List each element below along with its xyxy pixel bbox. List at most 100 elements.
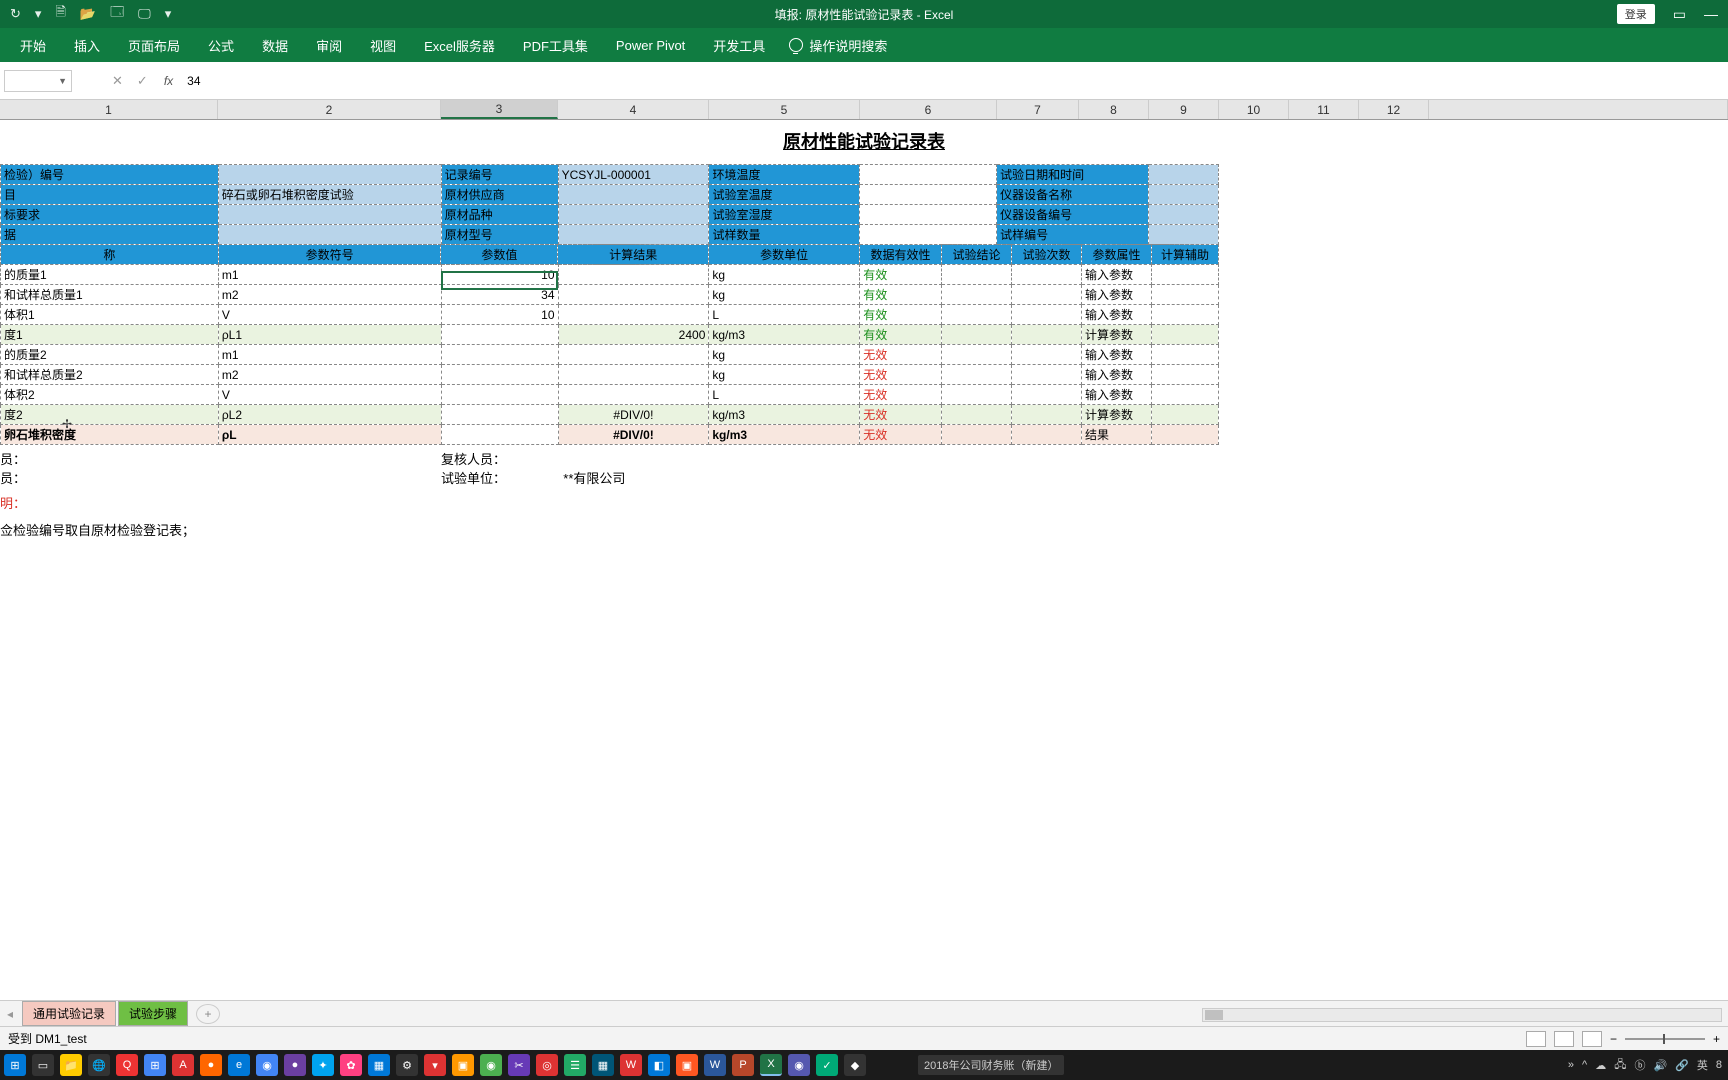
app-icon-7[interactable]: ●: [284, 1054, 306, 1076]
col-header-9[interactable]: 9: [1149, 100, 1219, 119]
name-box-dd-icon[interactable]: ▼: [58, 76, 67, 86]
app-icon-11[interactable]: ⚙: [396, 1054, 418, 1076]
hdr-cell[interactable]: [218, 225, 441, 245]
app-icon-13[interactable]: ▣: [452, 1054, 474, 1076]
app-icon-19[interactable]: W: [620, 1054, 642, 1076]
tell-me-search[interactable]: 操作说明搜索: [789, 36, 887, 55]
col-header-2[interactable]: 2: [218, 100, 441, 119]
excel-icon[interactable]: X: [760, 1054, 782, 1076]
sheet-nav-prev-icon[interactable]: ◂: [0, 1007, 20, 1021]
login-button[interactable]: 登录: [1617, 4, 1655, 24]
tray-bt-icon[interactable]: ⓑ: [1634, 1057, 1645, 1073]
app-icon-17[interactable]: ☰: [564, 1054, 586, 1076]
name-box[interactable]: ▼: [4, 70, 72, 92]
data-cell[interactable]: 10: [441, 265, 558, 285]
app-icon-21[interactable]: ▣: [676, 1054, 698, 1076]
hdr-cell[interactable]: [860, 205, 997, 225]
view-break-icon[interactable]: [1582, 1031, 1602, 1047]
data-cell[interactable]: 10: [441, 305, 558, 325]
tab-dev[interactable]: 开发工具: [699, 28, 779, 62]
col-header-10[interactable]: 10: [1219, 100, 1289, 119]
word-icon[interactable]: W: [704, 1054, 726, 1076]
hdr-cell[interactable]: [860, 165, 997, 185]
app-icon-12[interactable]: ▾: [424, 1054, 446, 1076]
app-icon-20[interactable]: ◧: [648, 1054, 670, 1076]
formula-input[interactable]: [181, 70, 1728, 92]
app-icon-2[interactable]: Q: [116, 1054, 138, 1076]
col-header-6[interactable]: 6: [860, 100, 997, 119]
tab-formulas[interactable]: 公式: [194, 28, 248, 62]
app-icon-10[interactable]: ▦: [368, 1054, 390, 1076]
data-cell[interactable]: 34: [441, 285, 558, 305]
chrome-icon[interactable]: ◉: [256, 1054, 278, 1076]
col-header-8[interactable]: 8: [1079, 100, 1149, 119]
data-cell[interactable]: [441, 365, 558, 385]
ppt-icon[interactable]: P: [732, 1054, 754, 1076]
zoom-out-icon[interactable]: −: [1610, 1032, 1617, 1046]
hdr-cell[interactable]: [558, 225, 709, 245]
view-normal-icon[interactable]: [1526, 1031, 1546, 1047]
hdr-cell[interactable]: [558, 185, 709, 205]
col-header-11[interactable]: 11: [1289, 100, 1359, 119]
taskbar-file[interactable]: 2018年公司财务账（新建）: [918, 1055, 1064, 1075]
data-cell[interactable]: [441, 425, 558, 445]
app-icon-6[interactable]: e: [228, 1054, 250, 1076]
data-cell[interactable]: [441, 385, 558, 405]
col-header-12[interactable]: 12: [1359, 100, 1429, 119]
app-icon-9[interactable]: ✿: [340, 1054, 362, 1076]
col-header-7[interactable]: 7: [997, 100, 1079, 119]
tab-layout[interactable]: 页面布局: [114, 28, 194, 62]
hdr-cell[interactable]: [860, 225, 997, 245]
tab-view[interactable]: 视图: [356, 28, 410, 62]
app-icon-16[interactable]: ◎: [536, 1054, 558, 1076]
app-icon-5[interactable]: ●: [200, 1054, 222, 1076]
tray-link-icon[interactable]: 🔗: [1675, 1059, 1689, 1072]
app-icon-24[interactable]: ◆: [844, 1054, 866, 1076]
tray-cloud-icon[interactable]: ☁: [1595, 1059, 1606, 1072]
zoom-in-icon[interactable]: +: [1713, 1032, 1720, 1046]
app-icon-8[interactable]: ✦: [312, 1054, 334, 1076]
hdr-cell[interactable]: [1149, 185, 1219, 205]
tab-data[interactable]: 数据: [248, 28, 302, 62]
hdr-cell[interactable]: [218, 205, 441, 225]
tray-up-icon[interactable]: ^: [1582, 1059, 1587, 1071]
zoom-thumb[interactable]: [1663, 1034, 1665, 1044]
qat-dd-icon[interactable]: ▾: [35, 6, 42, 22]
hdr-cell[interactable]: [1149, 165, 1219, 185]
task-view-icon[interactable]: ▭: [32, 1054, 54, 1076]
hdr-cell[interactable]: [218, 165, 441, 185]
hdr-cell[interactable]: 碎石或卵石堆积密度试验: [218, 185, 441, 205]
form-icon[interactable]: 🗔: [110, 3, 124, 25]
hdr-cell[interactable]: [558, 205, 709, 225]
zoom-slider[interactable]: [1625, 1038, 1705, 1040]
enter-icon[interactable]: ✓: [137, 73, 148, 89]
app-icon-23[interactable]: ✓: [816, 1054, 838, 1076]
hdr-cell[interactable]: [1149, 205, 1219, 225]
tray-time[interactable]: 8: [1716, 1059, 1722, 1071]
hscroll-thumb[interactable]: [1205, 1010, 1223, 1020]
app-icon-1[interactable]: 🌐: [88, 1054, 110, 1076]
col-header-1[interactable]: 1: [0, 100, 218, 119]
data-cell[interactable]: [441, 345, 558, 365]
ribbon-options-icon[interactable]: ▭: [1673, 6, 1686, 23]
cancel-icon[interactable]: ✕: [112, 73, 123, 89]
tab-insert[interactable]: 插入: [60, 28, 114, 62]
minimize-icon[interactable]: —: [1704, 6, 1718, 22]
tray-net-icon[interactable]: 🖧: [1614, 1056, 1626, 1075]
tray-more-icon[interactable]: »: [1568, 1059, 1574, 1071]
col-header-3[interactable]: 3: [441, 100, 558, 119]
tray-ime[interactable]: 英: [1697, 1057, 1708, 1073]
qat-more-icon[interactable]: ▾: [165, 6, 172, 22]
view-layout-icon[interactable]: [1554, 1031, 1574, 1047]
data-cell[interactable]: [441, 405, 558, 425]
open-icon[interactable]: 📂: [80, 6, 96, 22]
fx-icon[interactable]: fx: [156, 74, 181, 88]
horizontal-scrollbar[interactable]: [1202, 1008, 1722, 1022]
redo-icon[interactable]: ↻: [10, 6, 21, 22]
explorer-icon[interactable]: 📁: [60, 1054, 82, 1076]
hdr-cell[interactable]: YCSYJL-000001: [558, 165, 709, 185]
tab-excel-server[interactable]: Excel服务器: [410, 28, 509, 62]
add-sheet-button[interactable]: +: [196, 1004, 220, 1024]
tab-review[interactable]: 审阅: [302, 28, 356, 62]
display-icon[interactable]: 🖵: [138, 6, 151, 22]
